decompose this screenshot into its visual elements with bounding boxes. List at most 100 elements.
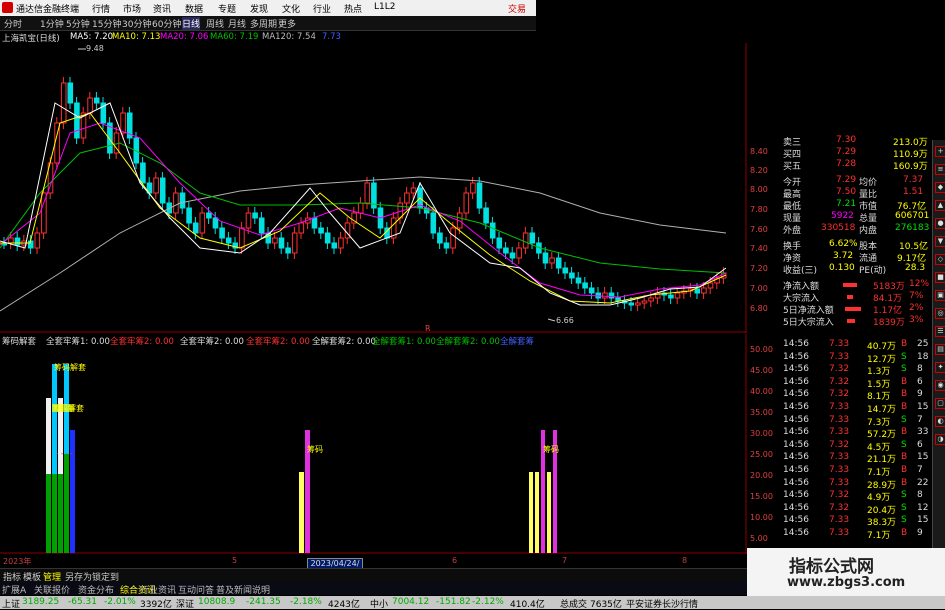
candle-body — [60, 82, 67, 124]
indicator-label: 筹码 — [543, 444, 559, 454]
menu-item[interactable]: 专题 — [218, 2, 236, 15]
indicator-label: 筹码 — [307, 444, 323, 454]
period-tab[interactable]: 5分钟 — [66, 17, 90, 30]
candle-body — [509, 252, 516, 259]
period-tab[interactable]: 1分钟 — [40, 17, 64, 30]
side-tool-button[interactable]: ☰ — [935, 326, 945, 337]
quote-row: 最高 7.50 量比 1.51 — [783, 187, 924, 200]
tick-price: 7.33 — [829, 414, 850, 425]
side-tool-button[interactable]: ◎ — [935, 308, 945, 319]
tick-direction: S — [901, 515, 907, 526]
side-tool-button[interactable]: ✦ — [935, 362, 945, 373]
tick-direction: S — [901, 502, 907, 513]
ma60-label: MA60: 7.19 — [210, 32, 259, 42]
link-item[interactable]: 扩展A — [2, 583, 26, 596]
menu-item[interactable]: 市场 — [123, 2, 141, 15]
menu-item[interactable]: L1L2 — [374, 2, 395, 12]
side-tool-button[interactable]: ■ — [935, 272, 945, 283]
tick-time: 14:56 — [783, 528, 809, 538]
link-item[interactable]: 普及新闻说明 — [216, 583, 270, 596]
tick-time: 14:56 — [783, 389, 809, 400]
quote-row: 最低 7.21 市值 76.7亿 — [783, 199, 927, 212]
tick-row: 14:56 7.33 57.2万 B 33 — [781, 427, 931, 440]
menu-item[interactable]: 热点 — [344, 2, 362, 15]
menu-item[interactable]: 文化 — [282, 2, 300, 15]
period-tab[interactable]: 周线 — [206, 17, 224, 30]
period-tab[interactable]: 月线 — [228, 17, 246, 30]
candle-body — [318, 227, 324, 234]
indicator-chart[interactable]: 筹码解套 筹码解套 - - - - 筹码 筹码 — [0, 334, 747, 554]
sub-axis-label: 35.00 — [750, 408, 773, 417]
candle-body — [272, 237, 278, 244]
side-tool-button[interactable]: + — [935, 146, 945, 157]
tick-volume: 28.9万 — [867, 480, 897, 491]
axis-label: 6.80 — [750, 304, 768, 313]
candle-body — [582, 282, 588, 289]
period-tab[interactable]: 15分钟 — [92, 17, 121, 30]
tick-price: 7.33 — [829, 427, 850, 438]
menu-item[interactable]: 发现 — [250, 2, 268, 15]
tick-direction: B — [901, 465, 908, 475]
tick-count: 8 — [917, 490, 923, 501]
menu-item[interactable]: 资讯 — [153, 2, 171, 15]
candle-body — [67, 82, 74, 104]
side-tool-button[interactable]: ◑ — [935, 434, 945, 445]
side-tool-button[interactable]: ◆ — [935, 182, 945, 193]
index-amount: 410.4亿 — [510, 600, 545, 610]
tick-price: 7.32 — [829, 439, 850, 450]
period-tab[interactable]: 更多 — [278, 17, 296, 30]
trade-button[interactable]: 交易 — [508, 2, 526, 15]
tick-time: 14:56 — [783, 376, 809, 387]
candle-body — [430, 212, 437, 234]
candlestick-chart[interactable]: 9.48 6.66 R — [0, 43, 747, 333]
side-tool-button[interactable]: ▤ — [935, 344, 945, 355]
candle-body — [291, 232, 298, 254]
tick-price: 7.33 — [829, 339, 850, 349]
total-value: 7635亿 — [590, 600, 622, 610]
tick-count: 6 — [917, 376, 923, 387]
link-item[interactable]: 资金分布 — [78, 583, 114, 596]
menu-item[interactable]: 行情 — [92, 2, 110, 15]
sub-axis-label: 50.00 — [750, 345, 773, 354]
tick-time: 14:56 — [783, 414, 809, 425]
link-item[interactable]: 关联报价 — [34, 583, 70, 596]
period-tab-active[interactable]: 日线 — [182, 17, 201, 30]
period-tab[interactable]: 30分钟 — [122, 17, 151, 30]
side-tool-button[interactable]: ▲ — [935, 200, 945, 211]
menu-item[interactable]: 数据 — [185, 2, 203, 15]
side-tool-button[interactable]: ▢ — [935, 398, 945, 409]
total-label: 总成交 — [560, 600, 588, 610]
candle-body — [410, 187, 417, 194]
period-tab[interactable]: 60分钟 — [152, 17, 181, 30]
period-tab[interactable]: 分时 — [4, 17, 22, 30]
candle-body — [120, 112, 126, 134]
side-tool-button[interactable]: ◉ — [935, 380, 945, 391]
tick-direction: B — [901, 339, 908, 349]
side-tool-button[interactable]: ● — [935, 218, 945, 229]
ma10-label: MA10: 7.13 — [112, 32, 161, 42]
tick-count: 9 — [917, 389, 923, 400]
indicator-bar — [52, 474, 57, 553]
candle-body — [245, 212, 252, 229]
period-tab[interactable]: 多周期 — [250, 17, 277, 30]
tick-volume: 4.9万 — [867, 493, 891, 504]
indicator-bar — [64, 454, 69, 553]
candle-body — [542, 252, 549, 264]
link-item[interactable]: 行业资讯 — [140, 583, 176, 596]
tick-time: 14:56 — [783, 351, 809, 362]
tick-direction: B — [901, 376, 908, 387]
sub-axis-label: 15.00 — [750, 492, 773, 501]
candle-body — [516, 247, 522, 259]
menu-item[interactable]: 行业 — [313, 2, 331, 15]
app-logo-icon — [2, 2, 13, 13]
link-item[interactable]: 互动问答 — [178, 583, 214, 596]
side-tool-button[interactable]: ≡ — [935, 164, 945, 175]
side-tool-button[interactable]: ▼ — [935, 236, 945, 247]
candle-body — [173, 192, 179, 214]
tick-time: 14:56 — [783, 490, 809, 501]
side-tool-button[interactable]: ◐ — [935, 416, 945, 427]
side-tool-button[interactable]: ▣ — [935, 290, 945, 301]
candle-body — [285, 247, 291, 254]
side-tool-button[interactable]: ◇ — [935, 254, 945, 265]
candle-body — [608, 292, 615, 299]
